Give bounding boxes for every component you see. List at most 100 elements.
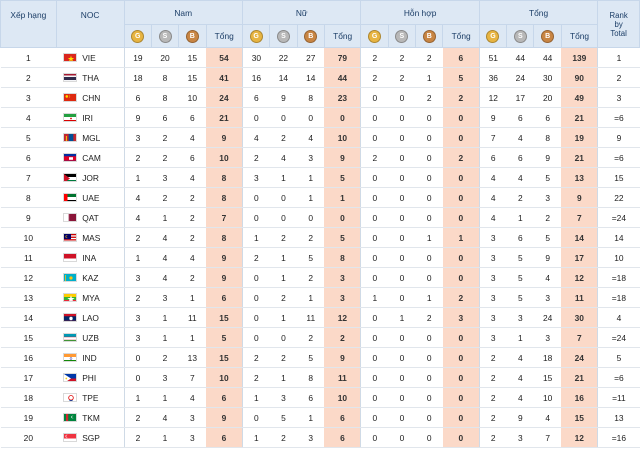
mixed-bronze-cell: 0 [415,187,443,208]
total-total-cell: 90 [561,67,598,88]
total-gold-cell: 3 [478,307,507,328]
mixed-total-cell: 0 [442,187,480,208]
women-silver-cell: 1 [269,307,298,328]
total-gold-cell: 4 [478,207,507,228]
men-bronze-cell: 15 [178,67,206,88]
mixed-total-cell: 3 [442,307,480,328]
noc-cell: MAS [56,227,125,248]
total-silver-cell: 3 [506,307,534,328]
men-gold-cell: 3 [123,327,152,348]
women-silver-cell: 22 [269,47,298,68]
women-total-cell: 3 [324,287,361,308]
total-silver-cell: 4 [506,127,534,148]
noc-code: CAM [82,152,101,163]
mixed-bronze-cell: 2 [415,307,443,328]
men-total-cell: 6 [206,427,243,448]
total-gold-cell: 3 [478,267,507,288]
tkm-flag-icon [63,413,78,423]
women-silver-cell: 0 [269,327,298,348]
rank-cell: 10 [0,227,57,248]
mixed-total-cell: 0 [442,107,480,128]
mixed-silver-cell: 0 [388,367,416,388]
men-silver-cell: 1 [151,207,179,228]
noc-code: KAZ [82,272,99,283]
total-bronze-cell: 8 [533,127,562,148]
table-row: 16 IND 0 2 13 15 2 2 5 9 0 0 0 0 2 4 18 24 5 [0,347,640,368]
women-gold-cell: 0 [241,307,270,328]
rank-by-total-cell: =6 [597,107,640,128]
men-silver-cell: 2 [151,127,179,148]
rank-by-total-cell: 14 [597,227,640,248]
total-silver-cell: 6 [506,107,534,128]
men-total-cell: 8 [206,187,243,208]
men-group-header: Nam [123,0,243,25]
mixed-silver-cell: 0 [388,427,416,448]
women-silver-cell: 0 [269,207,298,228]
men-gold-cell: 19 [123,47,152,68]
mixed-bronze-cell: 2 [415,47,443,68]
mixed-total-cell: 2 [442,287,480,308]
women-gold-cell: 2 [241,247,270,268]
women-bronze-cell: 1 [297,407,325,428]
men-gold-cell: 3 [123,307,152,328]
mixed-total-cell: 0 [442,127,480,148]
mixed-group-header: Hỗn hợp [360,0,480,25]
men-bronze-cell: 4 [178,167,206,188]
rank-by-total-cell: 3 [597,87,640,108]
noc-cell: INA [56,247,125,268]
mixed-bronze-cell: 0 [415,407,443,428]
men-total-cell: 10 [206,367,243,388]
men-total-cell: 8 [206,227,243,248]
men-silver-cell: 3 [151,367,179,388]
mixed-total-cell: 0 [442,327,480,348]
total-silver-cell: 17 [506,87,534,108]
mixed-total-cell: 0 [442,407,480,428]
noc-cell: JOR [56,167,125,188]
women-silver-cell: 0 [269,107,298,128]
total-silver-cell: 9 [506,407,534,428]
women-bronze-cell: 0 [297,207,325,228]
noc-cell: MYA [56,287,125,308]
total-total-cell: 11 [561,287,598,308]
table-body: 1 VIE 19 20 15 54 30 22 27 79 2 2 2 6 51 44 44 139 1 2 THA 18… [0,47,640,448]
mixed-total-header: Tổng [442,24,480,48]
mixed-gold-cell: 0 [360,267,389,288]
rank-by-total-cell: 10 [597,247,640,268]
women-bronze-cell: 14 [297,67,325,88]
mixed-gold-cell: 0 [360,227,389,248]
total-bronze-cell: 4 [533,267,562,288]
noc-code: MAS [82,232,101,243]
total-silver-cell: 5 [506,287,534,308]
rank-cell: 19 [0,407,57,428]
rank-cell: 13 [0,287,57,308]
qat-flag-icon [63,213,78,223]
rank-cell: 4 [0,107,57,128]
noc-cell: IRI [56,107,125,128]
total-gold-cell: 4 [478,187,507,208]
noc-cell: KAZ [56,267,125,288]
women-gold-medal-header: G [241,24,271,48]
mixed-gold-cell: 1 [360,287,389,308]
total-bronze-cell: 7 [533,427,562,448]
women-gold-cell: 2 [241,347,270,368]
men-total-cell: 21 [206,107,243,128]
women-total-cell: 6 [324,427,361,448]
total-bronze-cell: 15 [533,367,562,388]
women-silver-cell: 3 [269,387,298,408]
men-gold-cell: 2 [123,287,152,308]
table-row: 11 INA 1 4 4 9 2 1 5 8 0 0 0 0 3 5 9 17 10 [0,247,640,268]
mixed-silver-medal-header: S [387,24,417,48]
total-total-cell: 14 [561,227,598,248]
mixed-silver-cell: 1 [388,307,416,328]
mixed-gold-cell: 0 [360,307,389,328]
total-gold-cell: 2 [478,407,507,428]
men-silver-cell: 1 [151,387,179,408]
mixed-silver-cell: 0 [388,107,416,128]
mixed-silver-cell: 0 [388,187,416,208]
mixed-silver-cell: 0 [388,127,416,148]
men-gold-cell: 1 [123,387,152,408]
total-gold-cell: 2 [478,427,507,448]
noc-cell: UZB [56,327,125,348]
gold-medal-icon: G [368,29,382,43]
women-silver-cell: 2 [269,427,298,448]
